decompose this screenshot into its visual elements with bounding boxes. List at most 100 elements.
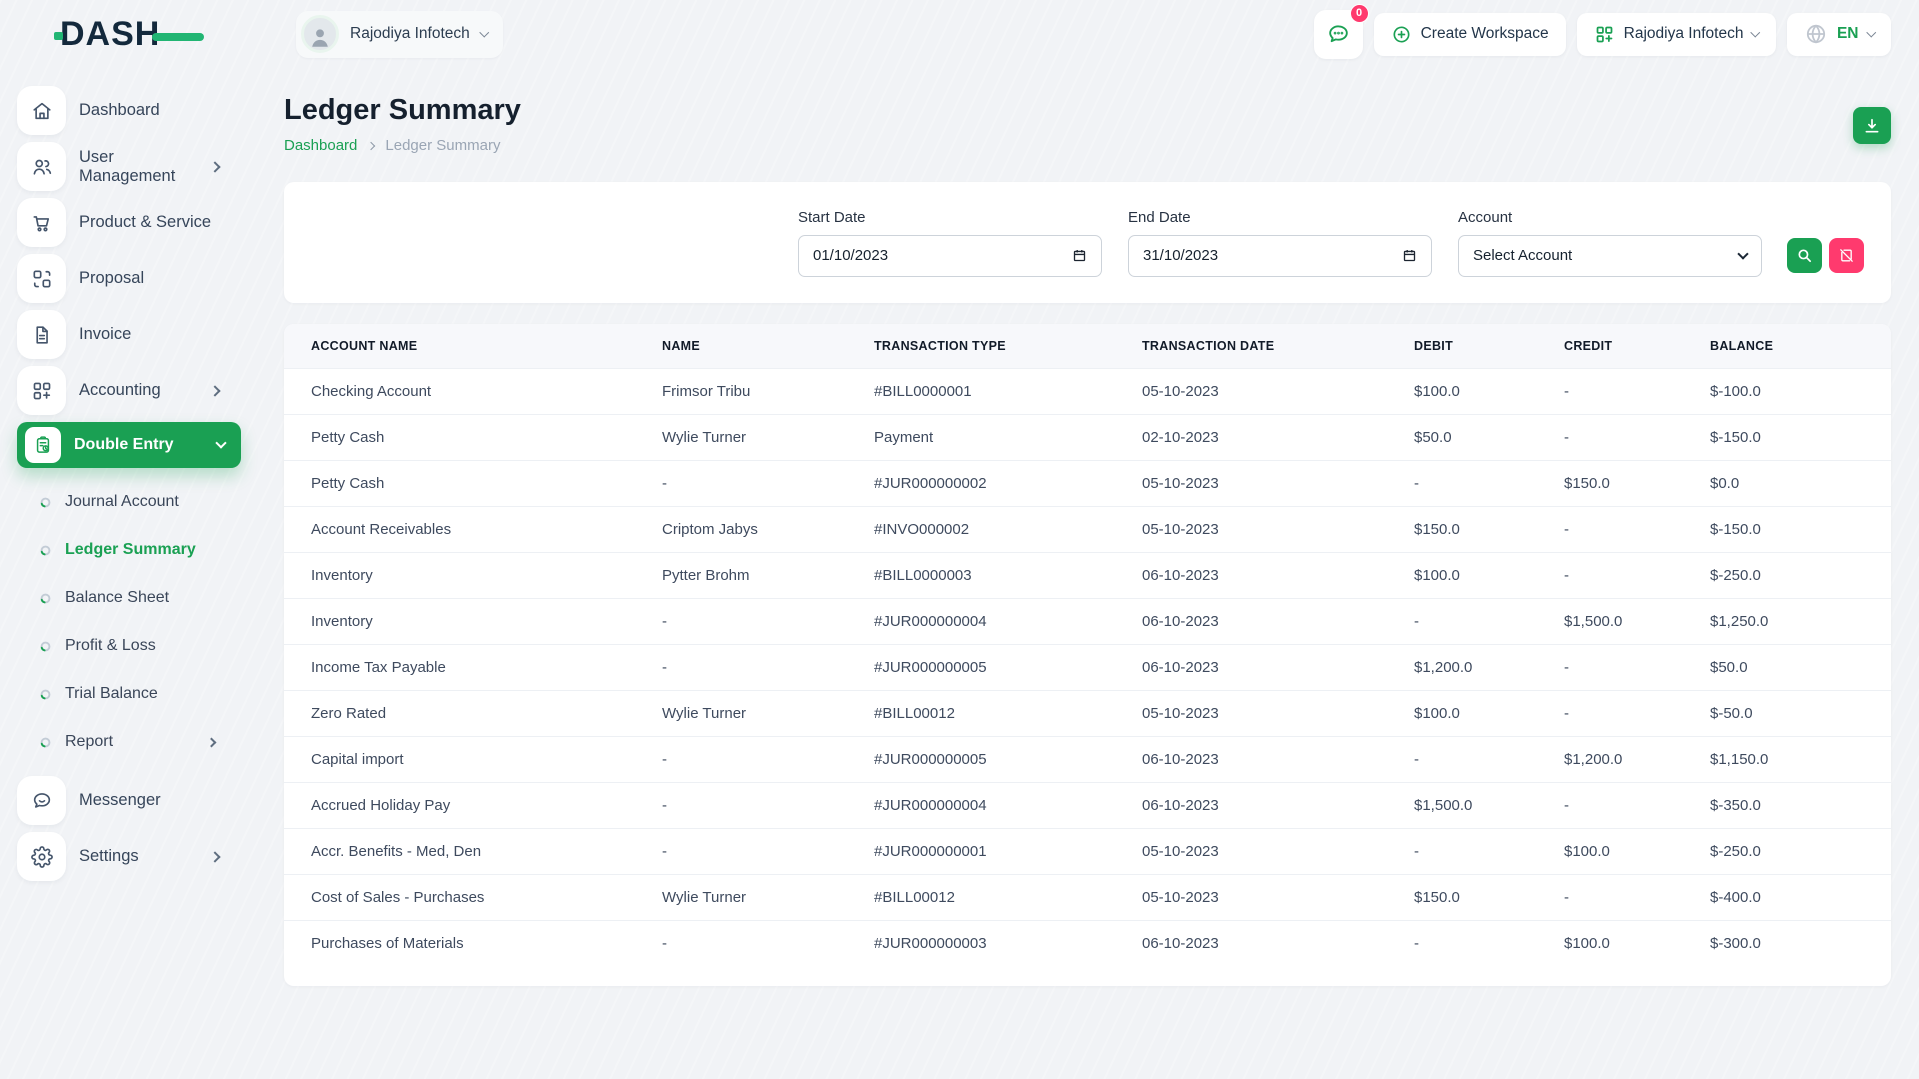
table-cell: $-150.0 [1700, 507, 1891, 553]
sidebar-subitem-report[interactable]: Report [17, 718, 241, 766]
column-header-name: NAME [652, 324, 864, 369]
table-cell: - [1404, 599, 1554, 645]
table-cell: - [1554, 507, 1700, 553]
table-cell: $0.0 [1700, 461, 1891, 507]
sidebar-subitem-label: Journal Account [65, 493, 179, 511]
language-selector[interactable]: EN [1787, 13, 1891, 56]
table-cell: $150.0 [1554, 461, 1700, 507]
end-date-input[interactable]: 31/10/2023 [1128, 235, 1432, 277]
table-cell: - [1554, 369, 1700, 415]
company-selector[interactable]: Rajodiya Infotech [1577, 13, 1776, 56]
table-cell: - [1554, 415, 1700, 461]
column-header-balance: BALANCE [1700, 324, 1891, 369]
company-name: Rajodiya Infotech [1624, 25, 1744, 43]
ledger-table: ACCOUNT NAME NAME TRANSACTION TYPE TRANS… [284, 324, 1891, 966]
page-title: Ledger Summary [284, 94, 1891, 127]
sidebar-item-label: User Management [79, 148, 211, 186]
table-cell: Checking Account [284, 369, 652, 415]
table-cell: Accr. Benefits - Med, Den [284, 829, 652, 875]
dash-logo[interactable]: DASH [60, 15, 208, 54]
table-cell: $-400.0 [1700, 875, 1891, 921]
account-select[interactable]: Select Account [1458, 235, 1762, 277]
table-cell: $50.0 [1700, 645, 1891, 691]
sidebar-subitem-label: Profit & Loss [65, 637, 156, 655]
table-cell: $1,200.0 [1554, 737, 1700, 783]
sidebar-item-messenger[interactable]: Messenger [17, 776, 241, 825]
account-label: Account [1458, 209, 1762, 226]
table-cell: - [652, 461, 864, 507]
table-cell: Accrued Holiday Pay [284, 783, 652, 829]
sidebar-item-invoice[interactable]: Invoice [17, 310, 241, 359]
table-cell: 06-10-2023 [1132, 645, 1404, 691]
chevron-down-icon [1866, 27, 1875, 36]
reset-filter-button[interactable] [1829, 238, 1864, 273]
sidebar-item-product-service[interactable]: Product & Service [17, 198, 241, 247]
table-cell: - [652, 783, 864, 829]
chevron-down-icon [479, 27, 488, 36]
table-cell: $150.0 [1404, 507, 1554, 553]
end-date-label: End Date [1128, 209, 1432, 226]
sidebar-subitem-journal-account[interactable]: Journal Account [17, 478, 241, 526]
start-date-input[interactable]: 01/10/2023 [798, 235, 1102, 277]
end-date-value: 31/10/2023 [1143, 247, 1218, 264]
sidebar-item-proposal[interactable]: Proposal [17, 254, 241, 303]
clear-filter-icon [1838, 247, 1855, 264]
sidebar-item-label: Accounting [79, 381, 161, 400]
messages-count-badge: 0 [1350, 4, 1369, 23]
table-cell: Pytter Brohm [652, 553, 864, 599]
table-cell: Income Tax Payable [284, 645, 652, 691]
table-cell: $1,500.0 [1404, 783, 1554, 829]
table-cell: 05-10-2023 [1132, 829, 1404, 875]
table-cell: Criptom Jabys [652, 507, 864, 553]
search-icon [1796, 247, 1813, 264]
create-workspace-button[interactable]: Create Workspace [1374, 13, 1566, 56]
search-button[interactable] [1787, 238, 1822, 273]
table-row: Purchases of Materials-#JUR00000000306-1… [284, 921, 1891, 967]
avatar [301, 15, 339, 53]
table-cell: Inventory [284, 553, 652, 599]
table-cell: 05-10-2023 [1132, 461, 1404, 507]
sidebar-item-double-entry[interactable]: Double Entry [17, 422, 241, 468]
workspace-selector[interactable]: Rajodiya Infotech [296, 11, 503, 58]
sidebar-item-user-management[interactable]: User Management [17, 142, 241, 191]
topbar: DASH Rajodiya Infotech 0 Create Workspac… [0, 0, 1919, 68]
sidebar-subitem-label: Report [65, 733, 113, 751]
table-cell: $-350.0 [1700, 783, 1891, 829]
sidebar-item-label: Invoice [79, 325, 131, 344]
table-cell: $-150.0 [1700, 415, 1891, 461]
table-cell: 05-10-2023 [1132, 369, 1404, 415]
sidebar-subitem-profit-loss[interactable]: Profit & Loss [17, 622, 241, 670]
calendar-icon[interactable] [1072, 248, 1087, 263]
table-cell: Zero Rated [284, 691, 652, 737]
sidebar-item-settings[interactable]: Settings [17, 832, 241, 881]
sidebar-item-dashboard[interactable]: Dashboard [17, 86, 241, 135]
chevron-down-icon [1737, 248, 1748, 259]
start-date-label: Start Date [798, 209, 1102, 226]
table-cell: #BILL0000001 [864, 369, 1132, 415]
messages-button[interactable]: 0 [1314, 10, 1363, 59]
sidebar-subitem-balance-sheet[interactable]: Balance Sheet [17, 574, 241, 622]
table-row: Account ReceivablesCriptom Jabys#INVO000… [284, 507, 1891, 553]
sidebar-item-accounting[interactable]: Accounting [17, 366, 241, 415]
breadcrumb-dashboard-link[interactable]: Dashboard [284, 137, 357, 154]
calendar-icon[interactable] [1402, 248, 1417, 263]
table-cell: $150.0 [1404, 875, 1554, 921]
table-cell: #JUR000000004 [864, 783, 1132, 829]
download-button[interactable] [1853, 107, 1891, 144]
table-cell: $1,250.0 [1700, 599, 1891, 645]
breadcrumb: Dashboard Ledger Summary [284, 137, 1891, 154]
users-icon [17, 142, 66, 191]
settings-icon [17, 832, 66, 881]
table-row: Inventory-#JUR00000000406-10-2023-$1,500… [284, 599, 1891, 645]
filter-card: Start Date 01/10/2023 End Date 31/10/202… [284, 182, 1891, 303]
table-cell: - [1404, 829, 1554, 875]
table-cell: #BILL0000003 [864, 553, 1132, 599]
account-field: Account Select Account [1458, 209, 1762, 277]
sidebar-subitem-ledger-summary[interactable]: Ledger Summary [17, 526, 241, 574]
sidebar-item-label: Product & Service [79, 213, 211, 232]
sidebar-subitem-trial-balance[interactable]: Trial Balance [17, 670, 241, 718]
table-cell: #JUR000000001 [864, 829, 1132, 875]
workspace-name: Rajodiya Infotech [350, 25, 470, 43]
table-cell: #BILL00012 [864, 691, 1132, 737]
table-row: Cost of Sales - PurchasesWylie Turner#BI… [284, 875, 1891, 921]
